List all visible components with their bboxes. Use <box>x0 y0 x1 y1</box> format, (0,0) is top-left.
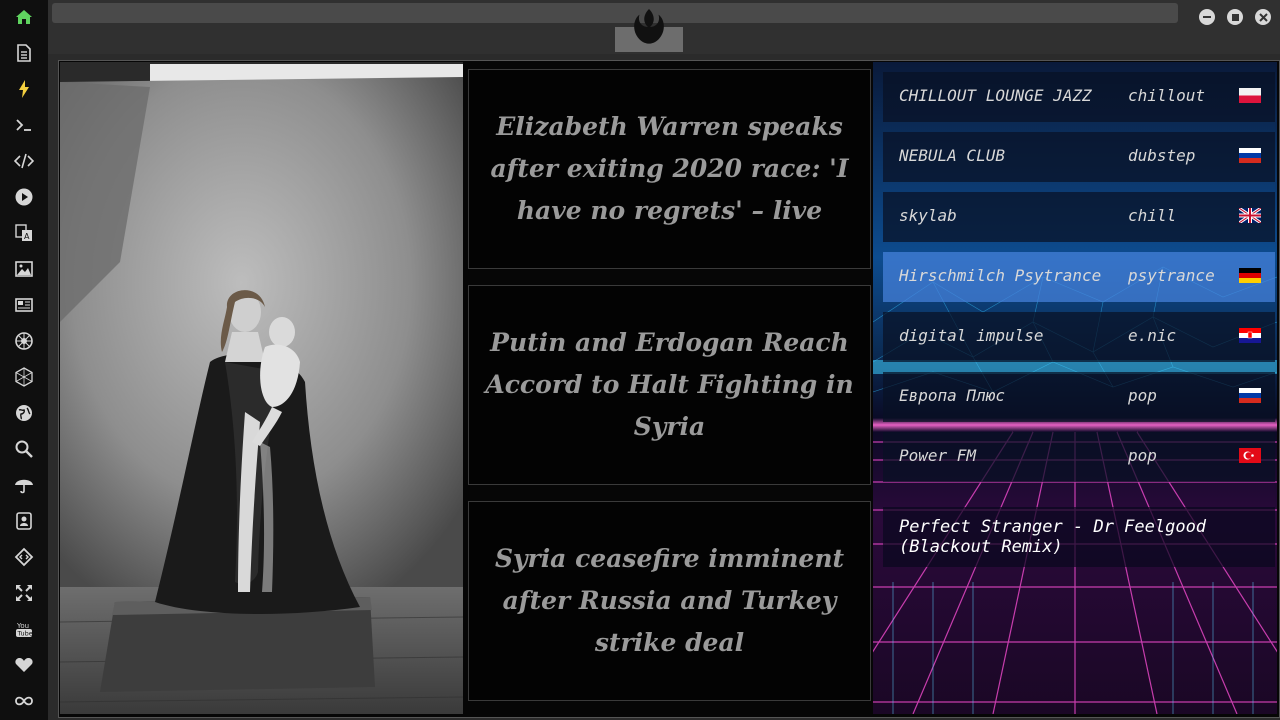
russia-flag-icon <box>1239 148 1261 163</box>
news-headline[interactable]: Putin and Erdogan Reach Accord to Halt F… <box>469 322 870 448</box>
image-icon[interactable] <box>12 257 36 281</box>
station-name: Power FM <box>899 446 977 465</box>
united-kingdom-flag-icon <box>1239 208 1261 223</box>
translate-icon[interactable]: A <box>12 221 36 245</box>
germany-flag-icon <box>1239 268 1261 283</box>
radio-station[interactable]: NEBULA CLUB dubstep <box>883 132 1275 182</box>
station-name: Hirschmilch Psytrance <box>899 266 1102 285</box>
hexagon-network-icon[interactable] <box>12 365 36 389</box>
radio-station[interactable]: Power FM pop <box>883 432 1275 482</box>
russia-flag-icon <box>1239 388 1261 403</box>
station-genre: chillout <box>1128 86 1206 105</box>
terminal-icon[interactable] <box>12 113 36 137</box>
youtube-icon[interactable]: You Tube <box>12 617 36 641</box>
sidebar: A You Tube <box>0 0 48 720</box>
code-icon[interactable] <box>12 149 36 173</box>
expand-arrows-icon[interactable] <box>12 581 36 605</box>
radio-station[interactable]: skylab chill <box>883 192 1275 242</box>
infinity-icon[interactable] <box>12 689 36 713</box>
lightning-icon[interactable] <box>12 77 36 101</box>
station-genre: pop <box>1128 446 1157 465</box>
news-card[interactable]: Elizabeth Warren speaks after exiting 20… <box>468 69 871 269</box>
radio-station[interactable]: Европа Плюс pop <box>883 372 1275 422</box>
station-genre: e.nic <box>1128 326 1177 345</box>
umbrella-icon[interactable] <box>12 473 36 497</box>
croatia-flag-icon <box>1239 328 1261 343</box>
document-icon[interactable] <box>12 41 36 65</box>
radio-station[interactable]: digital impulse e.nic <box>883 312 1275 362</box>
station-name: digital impulse <box>899 326 1044 345</box>
radio-panel: CHILLOUT LOUNGE JAZZ chillout NEBULA CLU… <box>873 62 1277 714</box>
station-genre: chill <box>1128 206 1177 225</box>
rebel-alliance-icon[interactable] <box>12 329 36 353</box>
address-bar[interactable] <box>52 3 1178 23</box>
diamond-code-icon[interactable] <box>12 545 36 569</box>
search-icon[interactable] <box>12 437 36 461</box>
news-headline[interactable]: Syria ceasefire imminent after Russia an… <box>469 538 870 664</box>
newspaper-icon[interactable] <box>12 293 36 317</box>
news-card[interactable]: Putin and Erdogan Reach Accord to Halt F… <box>468 285 871 485</box>
contact-card-icon[interactable] <box>12 509 36 533</box>
radio-station[interactable]: CHILLOUT LOUNGE JAZZ chillout <box>883 72 1275 122</box>
news-headline[interactable]: Elizabeth Warren speaks after exiting 20… <box>469 106 870 232</box>
close-icon[interactable] <box>1255 9 1271 25</box>
news-card[interactable]: Syria ceasefire imminent after Russia an… <box>468 501 871 701</box>
minimize-icon[interactable] <box>1199 9 1215 25</box>
svg-text:Tube: Tube <box>17 630 33 638</box>
station-genre: psytrance <box>1128 266 1215 285</box>
svg-text:A: A <box>24 232 30 241</box>
radio-station-active[interactable]: Hirschmilch Psytrance psytrance <box>883 252 1275 302</box>
heart-icon[interactable] <box>12 653 36 677</box>
station-genre: dubstep <box>1128 146 1196 165</box>
globe-icon[interactable] <box>12 401 36 425</box>
rebel-alliance-logo-icon <box>630 6 668 48</box>
turkey-flag-icon <box>1239 448 1261 463</box>
station-genre: pop <box>1128 386 1157 405</box>
home-icon[interactable] <box>12 5 36 29</box>
now-playing-title: Perfect Stranger - Dr Feelgood (Blackout… <box>899 517 1207 557</box>
featured-photo <box>60 62 463 714</box>
station-name: NEBULA CLUB <box>899 146 1005 165</box>
maximize-icon[interactable] <box>1227 9 1243 25</box>
station-name: skylab <box>899 206 957 225</box>
now-playing: Perfect Stranger - Dr Feelgood (Blackout… <box>883 507 1275 567</box>
station-name: CHILLOUT LOUNGE JAZZ <box>899 86 1092 105</box>
play-icon[interactable] <box>12 185 36 209</box>
poland-flag-icon <box>1239 88 1261 103</box>
station-name: Европа Плюс <box>899 386 1005 405</box>
